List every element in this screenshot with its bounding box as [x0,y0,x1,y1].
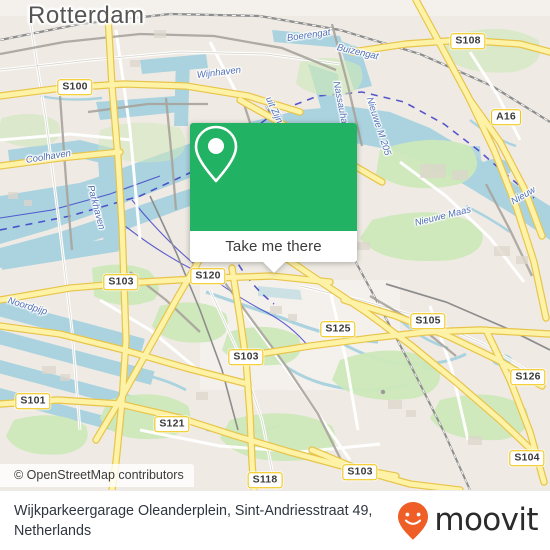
moovit-pin-icon [398,501,429,540]
place-popup-card[interactable]: Take me there [190,123,357,273]
place-address: Wijkparkeergarage Oleanderplein, Sint-An… [14,502,373,539]
road-shield: S118 [247,472,283,488]
road-shield: S101 [15,393,51,409]
moovit-wordmark: moovit [434,502,538,538]
moovit-logo[interactable]: moovit [396,501,550,541]
take-me-there-label: Take me there [225,238,322,255]
road-shield: S100 [57,79,93,95]
popup-card-body: Take me there [190,123,357,262]
map-canvas[interactable]: Rotterdam Boerengat Buizengat Wijnhaven Nas… [0,0,550,490]
road-shield: S103 [342,464,378,480]
road-shield: S103 [228,349,264,365]
bottom-info-bar: Wijkparkeergarage Oleanderplein, Sint-An… [0,490,550,550]
road-shield: S104 [509,450,545,466]
road-shield: S120 [190,268,226,284]
road-shield: S105 [410,313,446,329]
road-shield: S103 [103,274,139,290]
map-attribution[interactable]: © OpenStreetMap contributors [0,464,194,487]
road-shield: S125 [320,321,356,337]
road-shield: A16 [491,109,521,125]
road-shield: S121 [154,416,190,432]
road-shield: S108 [450,33,486,49]
location-pin-icon [194,125,238,183]
road-shield: S126 [510,369,546,385]
take-me-there-button[interactable]: Take me there [190,231,357,262]
moovit-map-screenshot: Rotterdam Boerengat Buizengat Wijnhaven Nas… [0,0,550,550]
popup-pointer-tail [262,262,285,273]
popup-card-header [190,123,357,231]
